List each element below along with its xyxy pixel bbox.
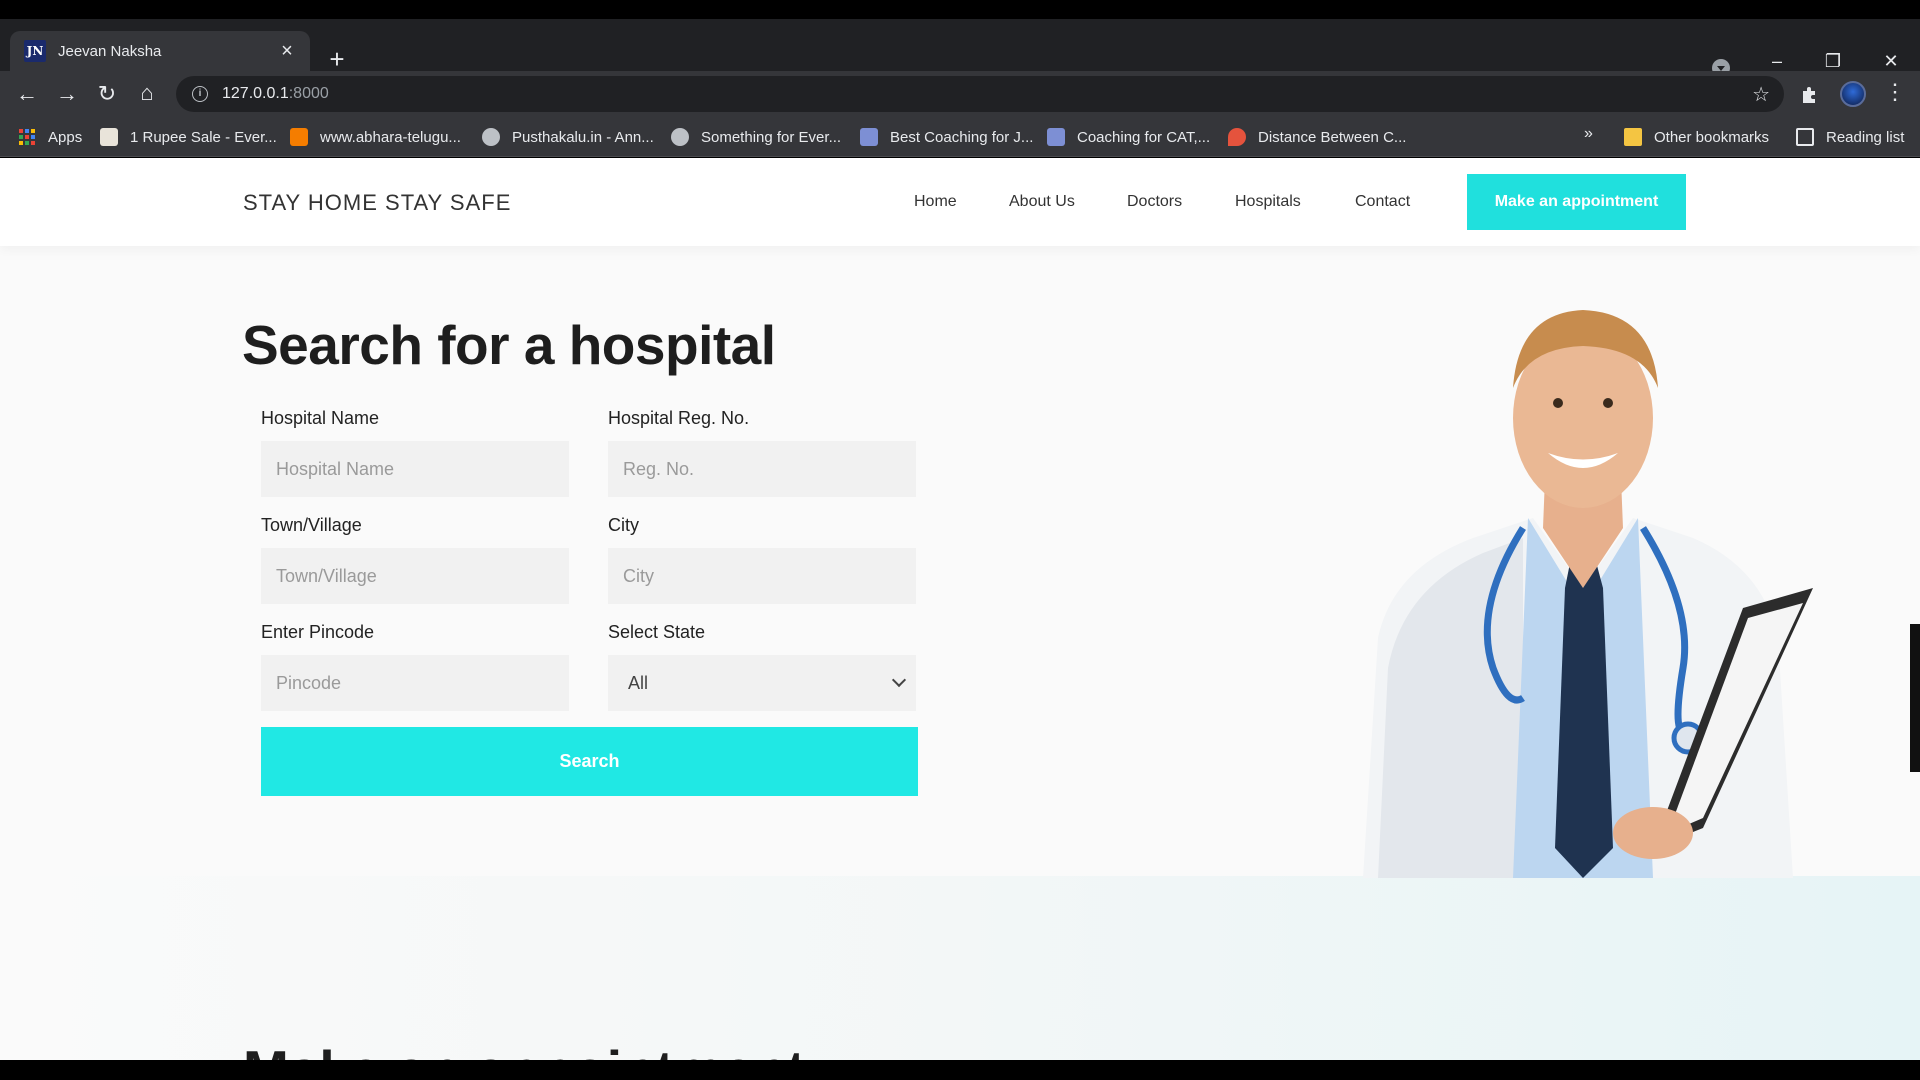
globe-icon [671,128,689,146]
doctor-photo [1363,310,1813,878]
other-bookmarks-label: Other bookmarks [1654,128,1770,146]
hospital-name-label: Hospital Name [261,408,380,428]
bookmark-label: Coaching for CAT,... [1077,128,1211,146]
bookmark-label: 1 Rupee Sale - Ever... [130,128,277,146]
scrollbar-thumb[interactable] [1910,624,1920,772]
minimize-window-icon[interactable]: – [1762,51,1792,72]
forward-arrow-icon[interactable]: → [52,79,82,109]
bookmark-item[interactable]: 1 Rupee Sale - Ever... [100,125,277,149]
folder-icon [1624,128,1642,146]
bookmark-label: Pusthakalu.in - Ann... [512,128,654,146]
nav-doctors[interactable]: Doctors [1127,193,1182,211]
bookmark-label: www.abhara-telugu... [320,128,461,146]
site-favicon-icon: JN [24,40,46,62]
nav-contact[interactable]: Contact [1355,193,1410,211]
apps-grid-icon [19,129,35,145]
nav-hospitals[interactable]: Hospitals [1235,193,1301,211]
site-header: STAY HOME STAY SAFE Home About Us Doctor… [0,158,1920,246]
bookmark-item[interactable]: www.abhara-telugu... [290,125,461,149]
browser-toolbar: ← → ↻ ⌂ i 127.0.0.1:8000 ☆ ⋮ [0,71,1920,117]
more-bookmarks-chevron-icon[interactable]: » [1584,125,1593,143]
nav-about-us[interactable]: About Us [1009,193,1075,211]
bookmark-label: Something for Ever... [701,128,842,146]
pincode-input[interactable] [261,655,569,711]
reading-list-icon [1796,128,1814,146]
address-url: 127.0.0.1:8000 [222,85,329,103]
town-village-label: Town/Village [261,515,362,535]
blogger-icon [290,128,308,146]
back-arrow-icon[interactable]: ← [12,79,42,109]
make-appointment-button[interactable]: Make an appointment [1467,174,1686,230]
bookmarks-bar: Apps 1 Rupee Sale - Ever... www.abhara-t… [0,117,1920,157]
reg-no-label: Hospital Reg. No. [608,408,750,428]
bookmark-star-icon[interactable]: ☆ [1752,82,1770,107]
tag-icon [100,128,118,146]
reading-list-label: Reading list [1826,128,1905,146]
state-select[interactable]: All [608,655,916,711]
bookmark-label: Distance Between C... [1258,128,1407,146]
state-label: Select State [608,622,706,642]
bookmark-item[interactable]: Coaching for CAT,... [1047,125,1210,149]
extensions-puzzle-icon[interactable] [1800,85,1820,105]
appointment-section-background [0,876,1920,1060]
url-host: 127.0.0.1 [222,85,289,102]
tab-title: Jeevan Naksha [58,42,162,60]
city-label: City [608,515,639,535]
reload-icon[interactable]: ↻ [92,79,122,109]
search-button[interactable]: Search [261,727,918,796]
screen-top-border [0,0,1920,19]
bookmark-label: Apps [48,128,83,146]
bookmark-item[interactable]: Pusthakalu.in - Ann... [482,125,654,149]
school-icon [1047,128,1065,146]
home-icon[interactable]: ⌂ [132,78,162,108]
reading-list-button[interactable]: Reading list [1796,125,1904,149]
reg-no-input[interactable] [608,441,916,497]
route-icon [1228,128,1246,146]
town-village-input[interactable] [261,548,569,604]
browser-tab-strip: JN Jeevan Naksha × + – ❐ ✕ [0,19,1920,77]
bookmark-item[interactable]: Distance Between C... [1228,125,1406,149]
url-port: :8000 [288,85,329,102]
web-page: STAY HOME STAY SAFE Home About Us Doctor… [0,158,1920,1060]
browser-tab-active[interactable]: JN Jeevan Naksha × [10,31,310,71]
state-select-value: All [628,672,649,693]
globe-icon [482,128,500,146]
bookmark-apps[interactable]: Apps [18,125,82,149]
address-bar[interactable]: i 127.0.0.1:8000 ☆ [176,76,1784,112]
screen-bottom-border [0,1060,1920,1080]
hospital-name-input[interactable] [261,441,569,497]
close-window-icon[interactable]: ✕ [1876,51,1906,72]
other-bookmarks-folder[interactable]: Other bookmarks [1624,125,1769,149]
restore-window-icon[interactable]: ❐ [1818,51,1848,72]
bookmark-item[interactable]: Something for Ever... [671,125,841,149]
appointment-section-title: Make an appointment [243,1038,805,1060]
city-input[interactable] [608,548,916,604]
site-brand[interactable]: STAY HOME STAY SAFE [243,190,511,216]
school-icon [860,128,878,146]
page-title: Search for a hospital [242,314,776,376]
bookmark-label: Best Coaching for J... [890,128,1034,146]
profile-avatar[interactable] [1840,81,1866,107]
site-info-icon[interactable]: i [192,86,208,102]
browser-menu-icon[interactable]: ⋮ [1884,79,1906,105]
tab-close-icon[interactable]: × [276,40,298,63]
bookmark-item[interactable]: Best Coaching for J... [860,125,1033,149]
nav-home[interactable]: Home [914,193,957,211]
chevron-down-icon [891,672,907,688]
pincode-label: Enter Pincode [261,622,375,642]
